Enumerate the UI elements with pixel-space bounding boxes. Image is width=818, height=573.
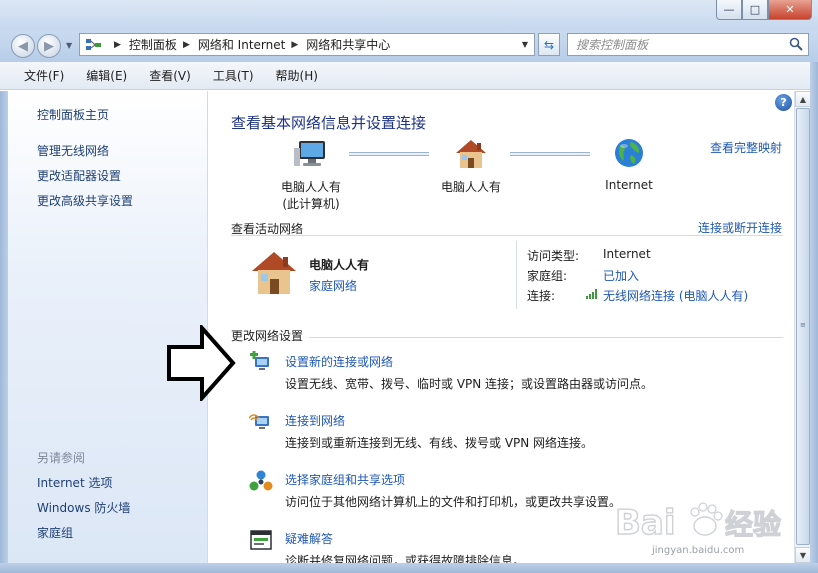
sidebar-item-advanced-sharing[interactable]: 更改高级共享设置 [37, 192, 133, 209]
task-connect-network-description: 连接到或重新连接到无线、有线、拨号或 VPN 网络连接。 [285, 436, 594, 450]
breadcrumb-network-sharing-center[interactable]: 网络和共享中心 [306, 36, 390, 53]
window-controls: — □ ✕ [716, 0, 812, 20]
menu-help[interactable]: 帮助(H) [272, 65, 322, 86]
search-icon[interactable] [789, 37, 803, 51]
see-also-heading: 另请参阅 [37, 451, 86, 465]
breadcrumb-separator-icon[interactable]: ▶ [114, 40, 121, 50]
sidebar-item-windows-firewall[interactable]: Windows 防火墙 [37, 499, 130, 516]
task-setup-connection-link[interactable]: 设置新的连接或网络 [285, 353, 393, 370]
network-type-link[interactable]: 家庭网络 [309, 277, 357, 294]
title-bar: — □ ✕ [0, 0, 818, 30]
back-button[interactable]: ◀ [11, 34, 35, 58]
new-connection-icon[interactable] [249, 351, 273, 375]
network-connector-line [510, 152, 590, 156]
minimize-button[interactable]: — [716, 0, 742, 20]
network-icon [86, 38, 101, 50]
access-type-label: 访问类型: [527, 249, 580, 263]
scrollbar-thumb[interactable]: ≡ [796, 108, 810, 545]
homegroup-value-link[interactable]: 已加入 [603, 267, 639, 284]
refresh-button[interactable]: ⇆ [538, 33, 560, 56]
menu-file[interactable]: 文件(F) [20, 65, 68, 86]
address-bar[interactable]: ▶ 控制面板 ▶ 网络和 Internet ▶ 网络和共享中心 ▼ [79, 33, 535, 56]
annotation-arrow-icon [167, 325, 236, 401]
window-frame-bottom [0, 563, 818, 573]
svg-text:经验: 经验 [725, 508, 781, 541]
globe-icon[interactable] [613, 137, 645, 169]
network-connector-line [349, 152, 429, 156]
forward-icon: ▶ [44, 38, 54, 54]
watermark-url: jingyan.baidu.com [652, 545, 745, 556]
this-computer-label: 电脑人人有 (此计算机) [280, 180, 341, 211]
sidebar-item-manage-wireless[interactable]: 管理无线网络 [37, 142, 109, 159]
breadcrumb-control-panel[interactable]: 控制面板 [129, 36, 177, 53]
homegroup-label: 家庭组: [527, 269, 568, 283]
task-homegroup-sharing-description: 访问位于其他网络计算机上的文件和打印机，或更改共享设置。 [285, 495, 622, 509]
sidebar-item-homegroup[interactable]: 家庭组 [37, 524, 73, 541]
maximize-button[interactable]: □ [742, 0, 768, 20]
chevron-down-icon: ▼ [799, 550, 807, 560]
wireless-connection-link[interactable]: 无线网络连接 (电脑人人有) [603, 287, 748, 304]
breadcrumb-separator-icon[interactable]: ▶ [183, 40, 190, 50]
wifi-signal-icon [586, 289, 597, 299]
change-settings-title: 更改网络设置 [231, 329, 304, 343]
connection-label: 连接: [527, 289, 556, 303]
sidebar-item-adapter-settings[interactable]: 更改适配器设置 [37, 167, 121, 184]
search-box[interactable]: 搜索控制面板 [567, 33, 809, 56]
window-frame-left [0, 91, 8, 573]
vertical-scrollbar[interactable]: ▲ ≡ ▼ [794, 91, 811, 563]
access-type-value: Internet [603, 247, 651, 261]
forward-button[interactable]: ▶ [37, 34, 61, 58]
main-content: ? 查看基本网络信息并设置连接 查看完整映射 电脑人人有 (此计算机) 电脑人人… [209, 91, 794, 563]
home-network-icon[interactable] [249, 249, 299, 297]
computer-icon[interactable] [293, 138, 329, 170]
scroll-down-button[interactable]: ▼ [795, 547, 811, 563]
task-connect-network-link[interactable]: 连接到网络 [285, 412, 345, 429]
connect-network-icon[interactable] [249, 410, 273, 434]
chevron-up-icon: ▲ [799, 94, 807, 104]
menu-view[interactable]: 查看(V) [145, 65, 195, 86]
breadcrumb-network-internet[interactable]: 网络和 Internet [198, 36, 285, 53]
refresh-icon: ⇆ [543, 37, 555, 52]
window-frame-right [810, 62, 818, 573]
troubleshoot-icon[interactable] [249, 528, 273, 552]
help-button[interactable]: ? [775, 94, 792, 111]
page-title: 查看基本网络信息并设置连接 [231, 114, 427, 132]
task-troubleshoot-description: 诊断并修复网络问题，或获得故障排除信息。 [285, 554, 526, 563]
breadcrumb: ▶ 控制面板 ▶ 网络和 Internet ▶ 网络和共享中心 [108, 36, 390, 53]
address-dropdown-icon[interactable]: ▼ [522, 40, 528, 49]
homegroup-sharing-icon[interactable] [249, 469, 273, 493]
task-homegroup-sharing-link[interactable]: 选择家庭组和共享选项 [285, 471, 405, 488]
svg-text:Bai: Bai [615, 503, 676, 543]
breadcrumb-separator-icon[interactable]: ▶ [291, 40, 298, 50]
scroll-grip-icon: ≡ [800, 321, 806, 329]
menu-bar: 文件(F) 编辑(E) 查看(V) 工具(T) 帮助(H) [0, 62, 818, 90]
task-setup-connection-description: 设置无线、宽带、拨号、临时或 VPN 连接；或设置路由器或访问点。 [285, 377, 654, 391]
close-button[interactable]: ✕ [768, 0, 812, 20]
network-name: 电脑人人有 [309, 258, 370, 272]
search-placeholder: 搜索控制面板 [576, 38, 649, 52]
sidebar-item-control-panel-home[interactable]: 控制面板主页 [37, 106, 109, 123]
scroll-up-button[interactable]: ▲ [795, 91, 811, 107]
details-divider [516, 241, 517, 309]
section-divider [309, 337, 783, 338]
internet-node-label: Internet [605, 178, 653, 192]
connect-disconnect-link[interactable]: 连接或断开连接 [698, 219, 782, 236]
house-icon[interactable] [453, 137, 489, 171]
full-map-link[interactable]: 查看完整映射 [710, 139, 782, 156]
network-node-label: 电脑人人有 [440, 180, 501, 194]
menu-tools[interactable]: 工具(T) [209, 65, 258, 86]
menu-edit[interactable]: 编辑(E) [82, 65, 131, 86]
recent-pages-dropdown[interactable]: ▼ [66, 41, 72, 50]
back-icon: ◀ [18, 38, 28, 54]
task-troubleshoot-link[interactable]: 疑难解答 [285, 530, 333, 547]
sidebar-item-internet-options[interactable]: Internet 选项 [37, 474, 112, 491]
